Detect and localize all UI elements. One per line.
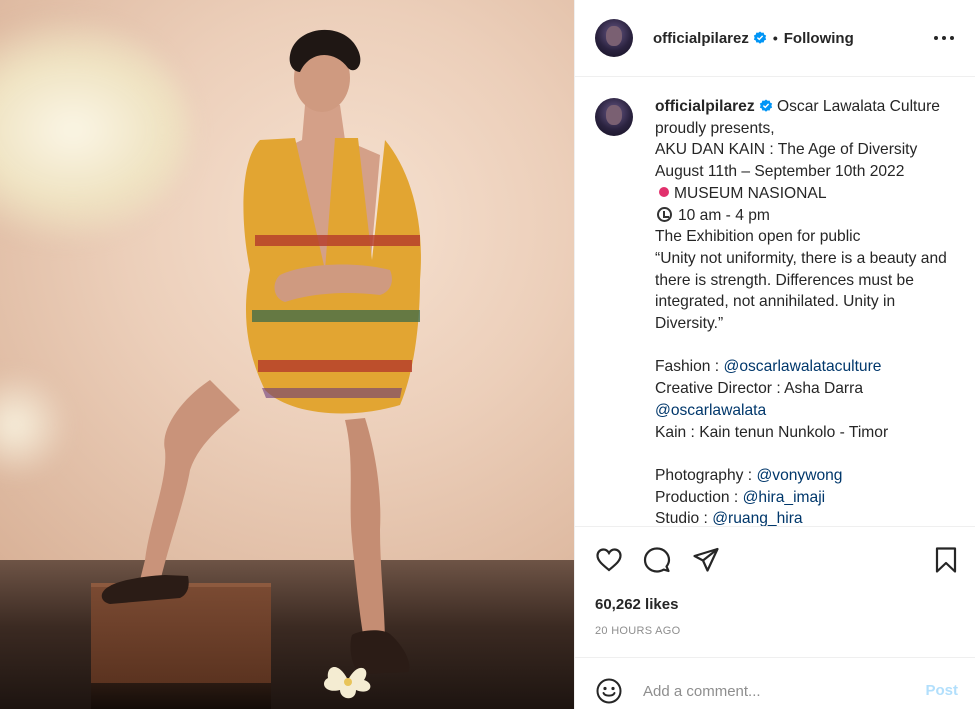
heart-icon[interactable] [595,546,623,574]
caption-scroll-area[interactable]: officialpilarez Oscar Lawalata Culture p… [575,78,975,526]
bookmark-icon[interactable] [932,546,960,574]
caption-username[interactable]: officialpilarez [655,98,755,115]
caption-creative-director: Creative Director : Asha Darra [655,380,863,398]
author-username[interactable]: officialpilarez [653,30,749,47]
caption-line-2: AKU DAN KAIN : The Age of Diversity [655,141,918,159]
person-figure [101,29,421,674]
mention-link[interactable]: @ruang_hira [712,510,802,526]
post-header: officialpilarez • Following [575,0,975,77]
more-options-icon[interactable] [932,28,956,48]
mention-link[interactable]: @oscarlawalata [655,402,766,419]
lily-flower [324,666,371,699]
post-actions: 60,262 likes 20 HOURS AGO [575,526,975,656]
mention-link[interactable]: @oscarlawalataculture [723,358,881,375]
caption-studio-label: Studio : [655,510,708,526]
share-icon[interactable] [692,546,720,574]
post-side-panel: officialpilarez • Following officialpila… [574,0,975,709]
caption-text: officialpilarez Oscar Lawalata Culture p… [655,96,955,526]
verified-badge-icon [759,99,772,112]
caption-production-label: Production : [655,488,739,506]
mention-link[interactable]: @vonywong [756,467,842,484]
caption-kain: Kain : Kain tenun Nunkolo - Timor [655,423,889,441]
mention-link[interactable]: @hira_imaji [743,489,826,506]
author-avatar[interactable] [595,19,633,57]
comment-icon[interactable] [643,546,671,574]
comment-bar: Post [575,657,975,709]
comment-input[interactable] [643,678,903,704]
caption-photo-label: Photography : [655,466,757,484]
post-timestamp[interactable]: 20 HOURS AGO [595,625,681,637]
post-photo[interactable] [0,0,574,709]
caption-location: MUSEUM NASIONAL [674,184,827,202]
caption-line-3: August 11th – September 10th 2022 [655,163,905,181]
caption-body: The Exhibition open for public “Unity no… [655,228,947,333]
caption-hours: 10 am - 4 pm [678,206,770,224]
location-pin-icon [659,186,669,197]
verified-badge-icon [753,31,766,44]
separator-dot: • [772,30,778,46]
following-button[interactable]: Following [784,30,854,47]
likes-count[interactable]: 60,262 likes [595,596,678,613]
post-comment-button[interactable]: Post [925,682,958,699]
clock-icon [657,206,672,222]
emoji-icon[interactable] [596,678,622,704]
caption-fashion-label: Fashion : [655,358,724,376]
caption-author-avatar[interactable] [595,98,633,136]
